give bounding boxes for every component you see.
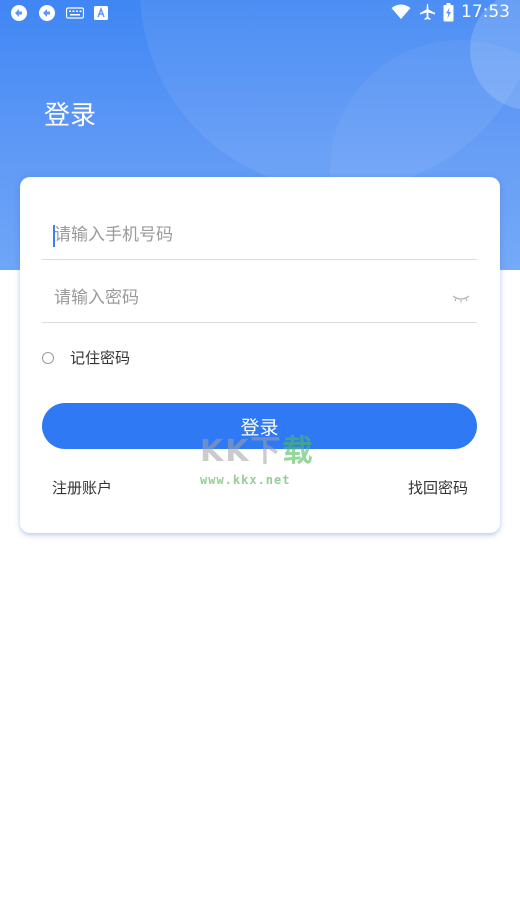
remember-password-checkbox[interactable]: 记住密码 <box>42 347 130 368</box>
system-status: 17:53 <box>391 2 510 22</box>
forgot-password-link[interactable]: 找回密码 <box>408 477 468 498</box>
font-icon <box>94 6 108 20</box>
status-bar: 17:53 <box>0 0 520 28</box>
text-cursor <box>53 225 55 247</box>
register-link[interactable]: 注册账户 <box>52 477 112 498</box>
sync-icon <box>10 4 28 22</box>
phone-field <box>42 213 477 260</box>
login-card: 记住密码 登录 注册账户 找回密码 <box>20 177 500 533</box>
password-field <box>42 276 477 323</box>
login-button[interactable]: 登录 <box>42 403 477 449</box>
notification-icons <box>10 4 108 22</box>
remember-password-label: 记住密码 <box>70 349 131 367</box>
wifi-icon <box>391 4 411 20</box>
password-input[interactable] <box>42 276 434 320</box>
eye-closed-icon[interactable] <box>451 290 471 306</box>
sync-icon <box>38 4 56 22</box>
page-title: 登录 <box>44 101 97 131</box>
airplane-mode-icon <box>418 3 436 21</box>
keyboard-icon <box>66 7 84 19</box>
battery-charging-icon <box>443 2 454 22</box>
phone-input[interactable] <box>42 213 434 257</box>
radio-unchecked-icon[interactable] <box>42 351 54 364</box>
clock: 17:53 <box>461 2 510 22</box>
